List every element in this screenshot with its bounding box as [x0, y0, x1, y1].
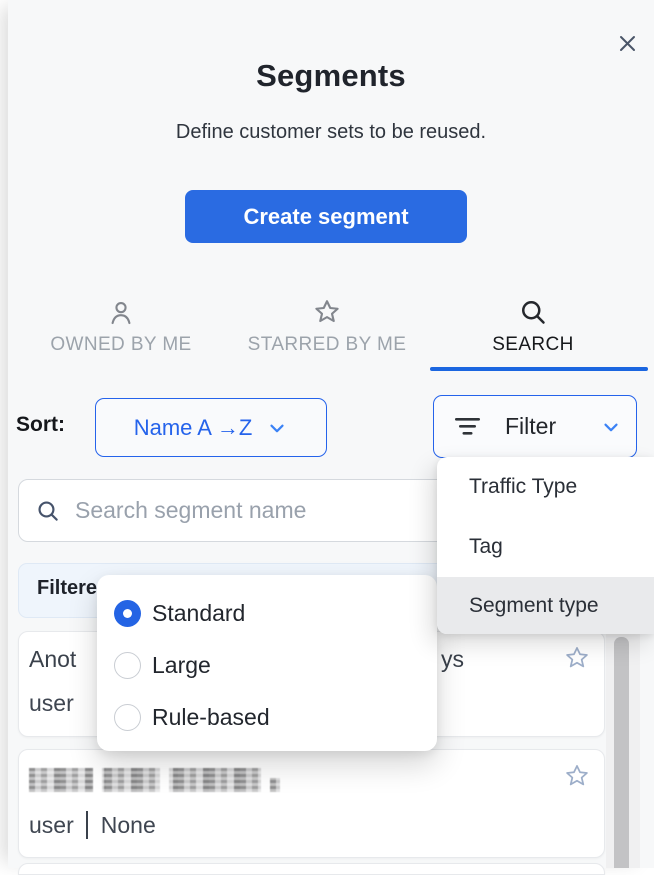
meta-divider — [86, 811, 88, 839]
filter-lines-icon — [454, 415, 481, 438]
menu-item-label: Tag — [469, 535, 503, 559]
tab-starred-by-me[interactable]: STARRED BY ME — [224, 295, 430, 365]
segment-name-fragment: Anot — [29, 646, 76, 673]
radio-option-standard[interactable]: Standard — [97, 587, 437, 639]
segment-meta-tag: None — [101, 812, 156, 839]
radio-option-label: Standard — [152, 600, 245, 627]
star-icon — [563, 762, 591, 790]
menu-item-traffic-type[interactable]: Traffic Type — [437, 457, 654, 517]
page-title: Segments — [8, 58, 654, 94]
segment-meta-owner: user — [29, 812, 74, 839]
segments-panel: Segments Define customer sets to be reus… — [8, 0, 654, 868]
segment-name-fragment: ys — [441, 646, 464, 673]
chevron-down-icon — [266, 417, 288, 439]
filter-dropdown[interactable]: Filter — [433, 395, 637, 458]
filter-options-menu: Traffic Type Tag Segment type — [437, 457, 654, 634]
radio-selected-icon — [114, 600, 141, 627]
redacted-segment-name — [29, 768, 280, 792]
segment-type-options-dropdown: Standard Large Rule-based — [97, 575, 437, 751]
sort-value: Name A →Z — [134, 415, 253, 441]
radio-unselected-icon — [114, 652, 141, 679]
close-icon — [618, 34, 637, 53]
tab-search-label: SEARCH — [430, 334, 636, 356]
tab-starred-by-me-label: STARRED BY ME — [224, 334, 430, 356]
menu-item-tag[interactable]: Tag — [437, 517, 654, 577]
radio-option-label: Large — [152, 652, 211, 679]
filter-label: Filter — [505, 413, 556, 440]
sort-label: Sort: — [16, 413, 65, 437]
segment-meta-owner: user — [29, 690, 74, 717]
star-icon — [563, 644, 591, 672]
menu-item-label: Segment type — [469, 594, 599, 618]
tab-owned-by-me-label: OWNED BY ME — [18, 334, 224, 356]
radio-unselected-icon — [114, 704, 141, 731]
menu-item-segment-type[interactable]: Segment type — [437, 577, 654, 634]
segment-list-item-partial[interactable] — [18, 863, 605, 875]
active-tab-underline — [430, 367, 648, 371]
search-icon — [35, 498, 61, 524]
scrollbar-thumb[interactable] — [614, 637, 629, 868]
close-button[interactable] — [613, 29, 641, 57]
radio-option-label: Rule-based — [152, 704, 270, 731]
star-toggle-button[interactable] — [563, 644, 593, 674]
create-segment-button[interactable]: Create segment — [185, 190, 467, 243]
radio-option-large[interactable]: Large — [97, 639, 437, 691]
search-icon — [430, 295, 636, 327]
chevron-down-icon — [600, 416, 622, 438]
star-icon — [224, 295, 430, 327]
segment-list-item[interactable]: user None — [18, 749, 605, 858]
star-toggle-button[interactable] — [563, 762, 593, 792]
tab-search[interactable]: SEARCH — [430, 295, 636, 365]
tab-owned-by-me[interactable]: OWNED BY ME — [18, 295, 224, 365]
radio-option-rule-based[interactable]: Rule-based — [97, 691, 437, 743]
menu-item-label: Traffic Type — [469, 475, 577, 499]
person-icon — [18, 295, 224, 327]
page-subtitle: Define customer sets to be reused. — [8, 121, 654, 144]
sort-dropdown[interactable]: Name A →Z — [95, 398, 327, 457]
